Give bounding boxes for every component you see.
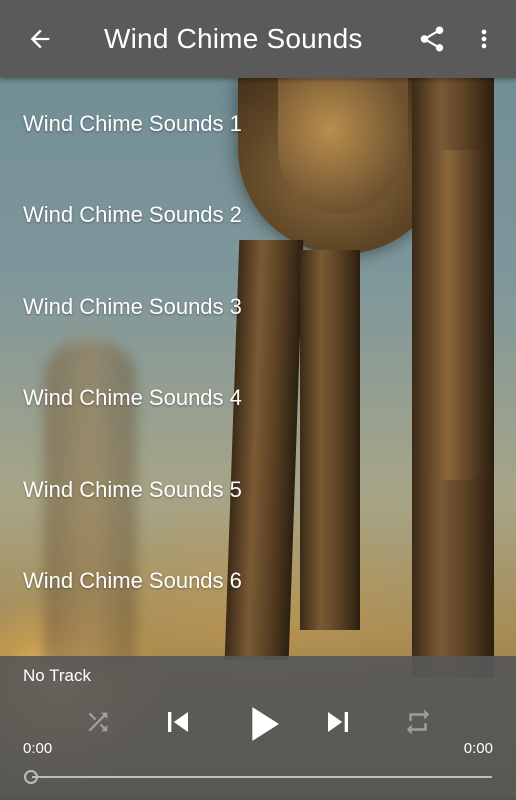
app-bar: Wind Chime Sounds	[0, 0, 516, 78]
page-title: Wind Chime Sounds	[104, 23, 363, 54]
track-label: Wind Chime Sounds 1	[23, 110, 242, 136]
arrow-back-icon	[30, 29, 50, 49]
play-button[interactable]	[232, 694, 292, 754]
player-bar: No Track 0:00 0:00	[0, 656, 516, 800]
track-label: Wind Chime Sounds 4	[23, 385, 242, 411]
track-list-item[interactable]: Wind Chime Sounds 5	[0, 444, 516, 536]
skip-previous-icon	[168, 712, 188, 732]
seek-thumb[interactable]	[24, 770, 38, 784]
screen: Wind Chime Sounds Wind Chime Sounds 1 Wi…	[0, 0, 516, 800]
track-list-item[interactable]: Wind Chime Sounds 1	[0, 78, 516, 170]
previous-button[interactable]	[154, 698, 202, 746]
current-time: 0:00	[23, 740, 53, 757]
next-button[interactable]	[314, 698, 362, 746]
track-list: Wind Chime Sounds 1 Wind Chime Sounds 2 …	[0, 78, 516, 627]
share-icon	[420, 26, 444, 52]
shuffle-icon	[88, 712, 108, 732]
skip-next-icon	[328, 712, 348, 732]
player-controls	[0, 694, 516, 758]
track-list-item[interactable]: Wind Chime Sounds 2	[0, 170, 516, 262]
repeat-icon	[406, 709, 430, 735]
track-label: Wind Chime Sounds 5	[23, 476, 242, 502]
track-label: Wind Chime Sounds 3	[23, 293, 242, 319]
track-list-item[interactable]: Wind Chime Sounds 6	[0, 536, 516, 628]
more-vert-icon	[481, 29, 487, 49]
share-button[interactable]	[408, 15, 456, 63]
seek-bar[interactable]	[24, 770, 492, 784]
back-button[interactable]	[16, 15, 64, 63]
play-icon	[252, 707, 279, 741]
shuffle-button[interactable]	[78, 702, 118, 742]
track-list-item[interactable]: Wind Chime Sounds 4	[0, 353, 516, 445]
track-label: Wind Chime Sounds 2	[23, 202, 242, 228]
track-label: Wind Chime Sounds 6	[23, 568, 242, 594]
track-list-item[interactable]: Wind Chime Sounds 3	[0, 261, 516, 353]
now-playing-label: No Track	[23, 666, 92, 685]
more-options-button[interactable]	[460, 15, 508, 63]
seek-track	[32, 776, 492, 778]
duration-time: 0:00	[463, 740, 493, 757]
repeat-button[interactable]	[398, 702, 438, 742]
